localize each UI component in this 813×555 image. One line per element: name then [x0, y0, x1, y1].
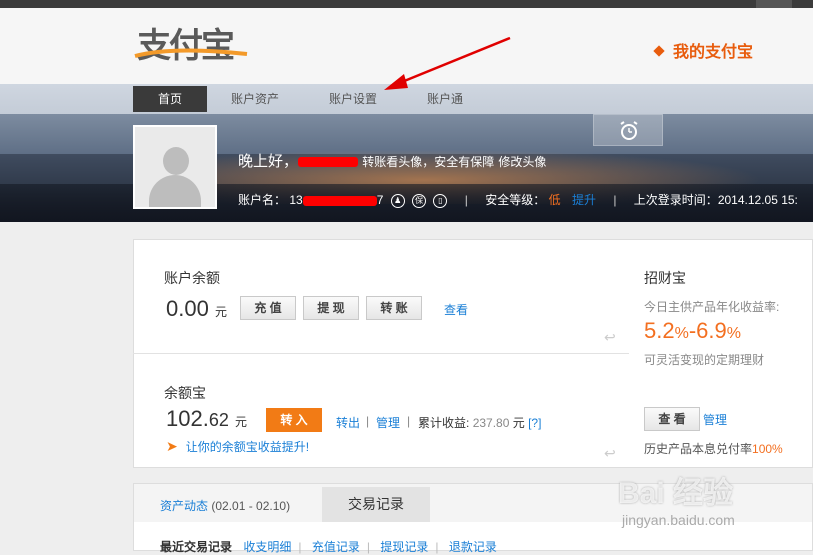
yuebao-manage-link[interactable]: 管理 [376, 414, 400, 431]
balance-amount: 0.00 元 [166, 296, 227, 321]
return-icon[interactable]: ↩ [604, 445, 616, 462]
rate-label: 今日主供产品年化收益率: [644, 300, 780, 314]
yuebao-title: 余额宝 [164, 385, 206, 401]
recent-records-row: 最近交易记录 收支明细 | 充值记录 | 提现记录 | 退款记录 [160, 540, 497, 554]
tab-asset-dynamics[interactable]: 资产动态 (02.01 - 02.10) [160, 497, 290, 514]
baidu-watermark-url: jingyan.baidu.com [622, 512, 735, 528]
nav-assets[interactable]: 账户资产 [222, 86, 288, 112]
alarm-clock-icon [620, 121, 638, 140]
transfer-button[interactable]: 转 账 [366, 296, 422, 320]
nav-home[interactable]: 首页 [133, 86, 207, 112]
my-alipay-title[interactable]: 我的支付宝 [653, 38, 753, 62]
baidu-watermark: Bai 经验 [618, 477, 734, 510]
redaction-mark [302, 195, 377, 206]
refund-records-link[interactable]: 退款记录 [449, 540, 497, 554]
last-login-time: 2014.12.05 15: [717, 193, 798, 207]
edit-avatar-link[interactable]: 修改头像 [498, 155, 546, 169]
zhaocaibao-desc: 可灵活变现的定期理财 [644, 353, 765, 367]
zhaocaibao-view-button[interactable]: 查 看 [644, 407, 700, 431]
recharge-button[interactable]: 充 值 [240, 296, 296, 320]
history-payout: 历史产品本息兑付率100% [644, 442, 783, 456]
help-link[interactable]: [?] [528, 416, 541, 430]
avatar-head-icon [163, 147, 189, 175]
tab-transaction-records[interactable]: 交易记录 [322, 487, 430, 522]
card-divider [133, 353, 629, 354]
transfer-out-link[interactable]: 转出 [336, 414, 360, 431]
browser-top-bar [0, 0, 813, 8]
redaction-mark [298, 157, 359, 168]
withdraw-button[interactable]: 提 现 [303, 296, 359, 320]
view-balance-link[interactable]: 查看 [444, 301, 468, 318]
return-icon[interactable]: ↩ [604, 329, 616, 346]
phone-icon[interactable]: ▯ [433, 193, 448, 208]
greeting: 晚上好， 转账看头像，安全有保障 修改头像 [238, 153, 547, 170]
diamond-icon [653, 45, 665, 57]
annotation-arrow-icon [384, 36, 511, 90]
insurance-icon[interactable]: 保 [412, 193, 427, 208]
top-bar-button[interactable] [756, 0, 792, 8]
rocket-icon: ➤ [166, 438, 178, 454]
transfer-in-button[interactable]: 转 入 [266, 408, 322, 432]
security-level: 低 [548, 193, 561, 207]
alipay-logo[interactable]: 支付宝 [133, 18, 253, 66]
zhaocaibao-title: 招财宝 [644, 270, 686, 286]
withdraw-records-link[interactable]: 提现记录 [380, 540, 428, 554]
zhaocaibao-manage-link[interactable]: 管理 [703, 411, 727, 428]
security-upgrade-link[interactable]: 提升 [572, 193, 596, 207]
yuebao-amount: 102.62 元 [166, 406, 247, 431]
logo-swoosh-icon [134, 48, 248, 58]
balance-title: 账户余额 [164, 270, 220, 286]
yuebao-promo[interactable]: ➤ 让你的余额宝收益提升! [166, 438, 309, 455]
alarm-clock-button[interactable] [593, 114, 663, 146]
yield-rate: 5.2%-6.9% [644, 318, 741, 343]
income-expense-link[interactable]: 收支明细 [243, 540, 291, 554]
user-verify-icon[interactable]: ♟ [390, 193, 405, 208]
recent-title: 最近交易记录 [160, 540, 233, 554]
avatar[interactable] [133, 125, 217, 209]
account-line: 账户名： 13 7 ♟ 保 ▯ | 安全等级： 低 提升 | 上次登录时间：201… [238, 193, 798, 208]
cumulative-earnings: 累计收益: 237.80 元 [?] [418, 416, 542, 430]
recharge-records-link[interactable]: 充值记录 [312, 540, 360, 554]
avatar-body-icon [149, 175, 201, 207]
